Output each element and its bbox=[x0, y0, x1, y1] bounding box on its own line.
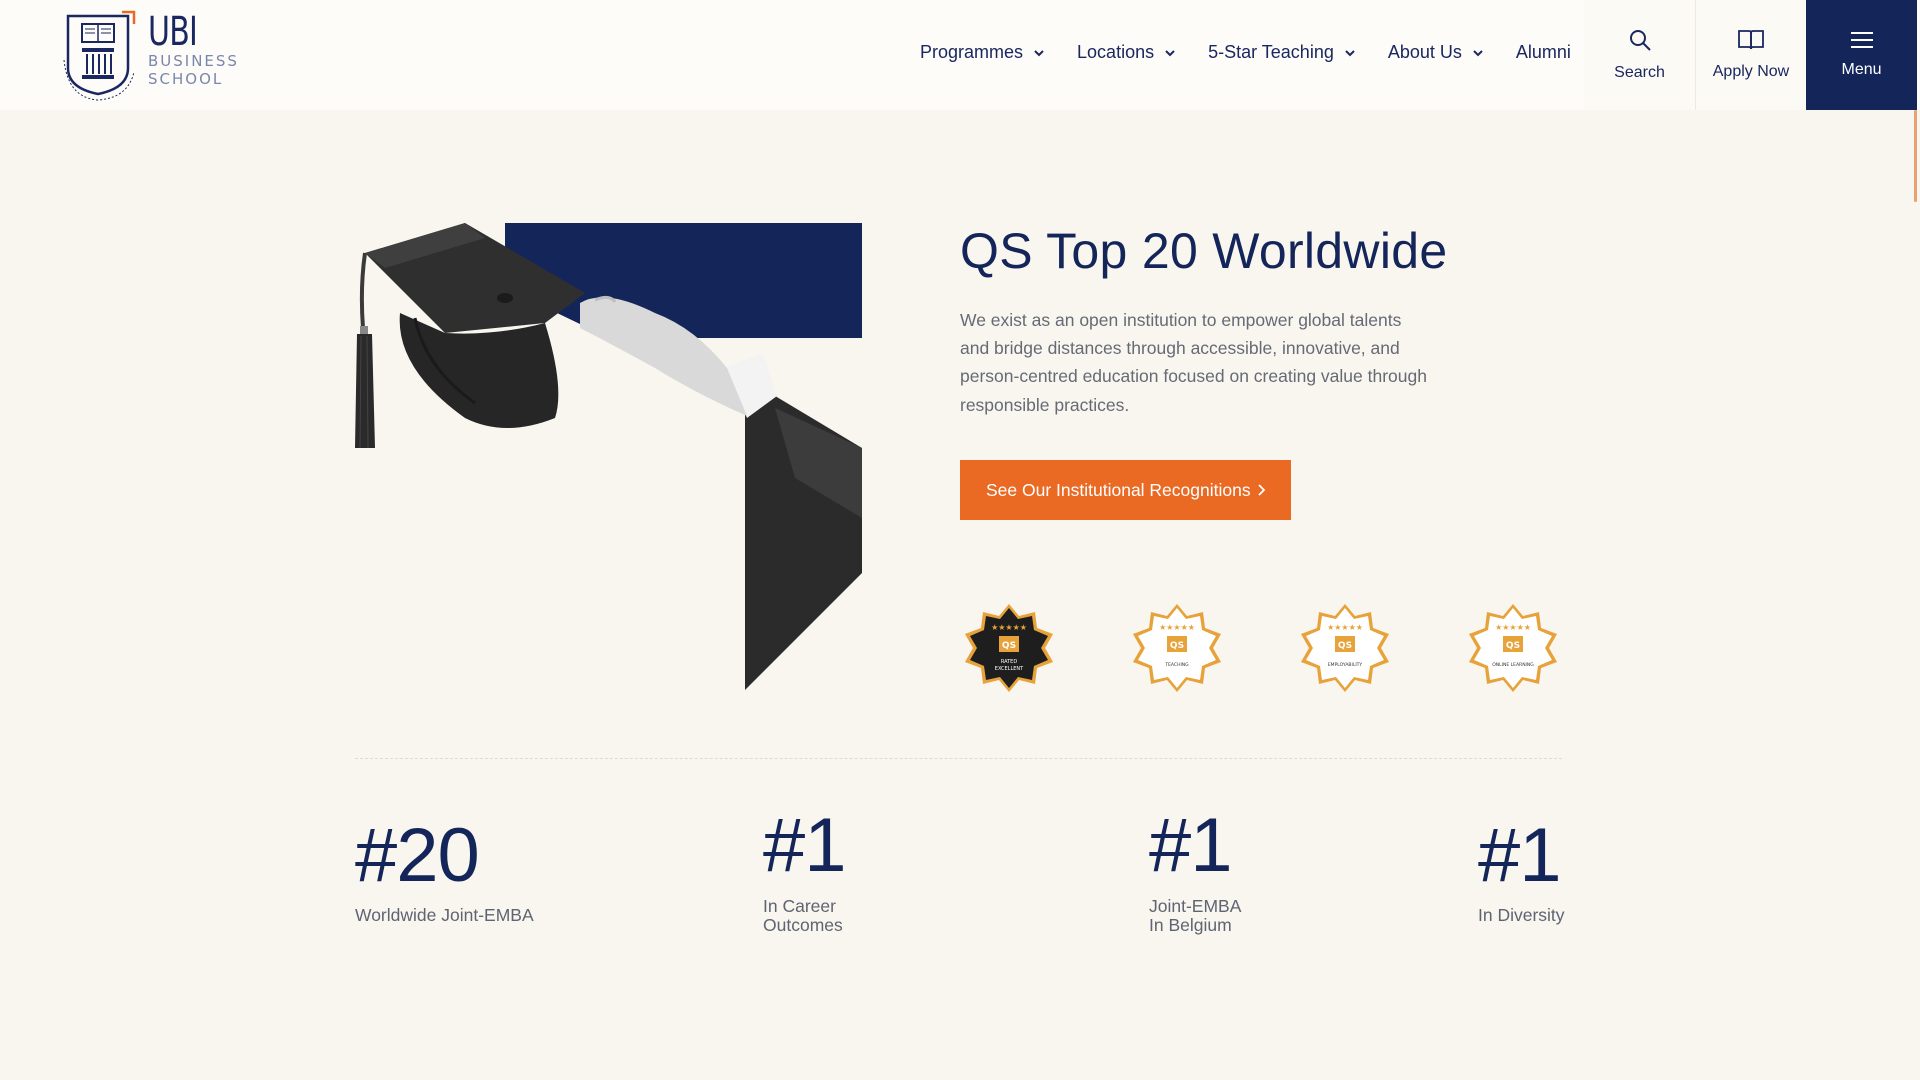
svg-text:★★★★★: ★★★★★ bbox=[1159, 623, 1195, 632]
site-header: UBI BUSINESS SCHOOL Programmes Locations… bbox=[0, 0, 1920, 110]
svg-text:★★★★★: ★★★★★ bbox=[991, 623, 1027, 632]
search-icon bbox=[1629, 30, 1651, 51]
stat-value: #1 bbox=[763, 803, 847, 888]
svg-text:TEACHING: TEACHING bbox=[1164, 662, 1189, 668]
scrollbar-thumb[interactable] bbox=[1914, 110, 1917, 202]
nav-item-locations[interactable]: Locations bbox=[1077, 42, 1176, 63]
svg-text:★★★★★: ★★★★★ bbox=[1495, 623, 1531, 632]
stat-value: #1 bbox=[1149, 803, 1233, 888]
svg-text:ONLINE LEARNING: ONLINE LEARNING bbox=[1492, 662, 1534, 668]
stat-label: Worldwide Joint-EMBA bbox=[355, 905, 534, 925]
open-book-icon bbox=[1738, 30, 1764, 50]
qs-online-learning-badge-icon: ★★★★★ QS ONLINE LEARNING bbox=[1469, 604, 1557, 692]
svg-text:QS: QS bbox=[1506, 641, 1520, 651]
logo-school-text: SCHOOL bbox=[148, 70, 224, 88]
search-label: Search bbox=[1614, 64, 1665, 81]
hero-title: QS Top 20 Worldwide bbox=[960, 223, 1448, 279]
nav-item-label: Alumni bbox=[1515, 42, 1571, 62]
hero-description: We exist as an open institution to empow… bbox=[960, 310, 1427, 415]
apply-now-button[interactable]: Apply Now bbox=[1695, 0, 1806, 110]
nav-item-label: 5-Star Teaching bbox=[1208, 42, 1334, 62]
chevron-down-icon bbox=[1034, 49, 1044, 56]
hamburger-menu-icon bbox=[1850, 32, 1873, 48]
cta-label: See Our Institutional Recognitions bbox=[986, 479, 1251, 500]
stat-label-line1: Joint-EMBA bbox=[1149, 896, 1242, 916]
nav-item-5-star-teaching[interactable]: 5-Star Teaching bbox=[1208, 42, 1356, 63]
svg-text:QS: QS bbox=[1338, 641, 1352, 651]
qs-employability-badge-icon: ★★★★★ QS EMPLOYABILITY bbox=[1301, 604, 1389, 692]
apply-now-label: Apply Now bbox=[1712, 63, 1790, 80]
qs-rated-excellent-badge-icon: ★★★★★ QS RATED EXCELLENT bbox=[965, 604, 1053, 692]
qs-teaching-badge-icon: ★★★★★ QS TEACHING bbox=[1133, 604, 1221, 692]
stat-joint-emba-belgium: #1 Joint-EMBA In Belgium bbox=[1149, 808, 1241, 935]
nav-item-label: Locations bbox=[1077, 42, 1155, 62]
nav-item-programmes[interactable]: Programmes bbox=[920, 42, 1045, 63]
svg-text:★★★★★: ★★★★★ bbox=[1327, 623, 1363, 632]
chevron-down-icon bbox=[1165, 49, 1175, 56]
ubi-seal-icon bbox=[63, 10, 136, 101]
stat-worldwide-joint-emba: #20 Worldwide Joint-EMBA bbox=[355, 818, 534, 925]
nav-item-label: Programmes bbox=[920, 42, 1024, 62]
menu-button[interactable]: Menu bbox=[1806, 0, 1917, 110]
graduation-cap-photo bbox=[355, 223, 862, 690]
nav-item-about-us[interactable]: About Us bbox=[1388, 42, 1484, 63]
recognitions-cta-button[interactable]: See Our Institutional Recognitions bbox=[960, 460, 1291, 520]
stat-label: In Diversity bbox=[1478, 905, 1565, 925]
stat-career-outcomes: #1 In Career Outcomes bbox=[763, 803, 847, 935]
search-button[interactable]: Search bbox=[1584, 0, 1695, 110]
ubi-logo[interactable]: UBI BUSINESS SCHOOL bbox=[62, 10, 242, 102]
section-divider bbox=[355, 758, 1562, 759]
main-nav: Programmes Locations 5-Star Teaching Abo… bbox=[920, 42, 1603, 63]
stat-value: #1 bbox=[1478, 813, 1562, 898]
stat-label-line2: In Belgium bbox=[1149, 915, 1232, 935]
svg-text:RATED: RATED bbox=[1001, 659, 1018, 665]
chevron-down-icon bbox=[1345, 49, 1355, 56]
chevron-right-icon bbox=[1258, 484, 1266, 496]
svg-text:QS: QS bbox=[1170, 641, 1184, 651]
svg-text:QS: QS bbox=[1002, 641, 1016, 651]
stat-value: #20 bbox=[355, 813, 480, 898]
logo-wordmark: UBI BUSINESS SCHOOL bbox=[148, 12, 239, 88]
svg-text:EXCELLENT: EXCELLENT bbox=[995, 666, 1024, 672]
stat-diversity: #1 In Diversity bbox=[1478, 818, 1565, 925]
stat-label-line1: In Career bbox=[763, 896, 836, 916]
menu-label: Menu bbox=[1841, 61, 1882, 78]
nav-item-label: About Us bbox=[1387, 42, 1462, 62]
nav-item-alumni[interactable]: Alumni bbox=[1516, 42, 1571, 63]
stat-label-line2: Outcomes bbox=[763, 915, 843, 935]
chevron-down-icon bbox=[1473, 49, 1483, 56]
logo-ubi-text: UBI bbox=[148, 9, 198, 55]
svg-text:EMPLOYABILITY: EMPLOYABILITY bbox=[1328, 662, 1363, 668]
